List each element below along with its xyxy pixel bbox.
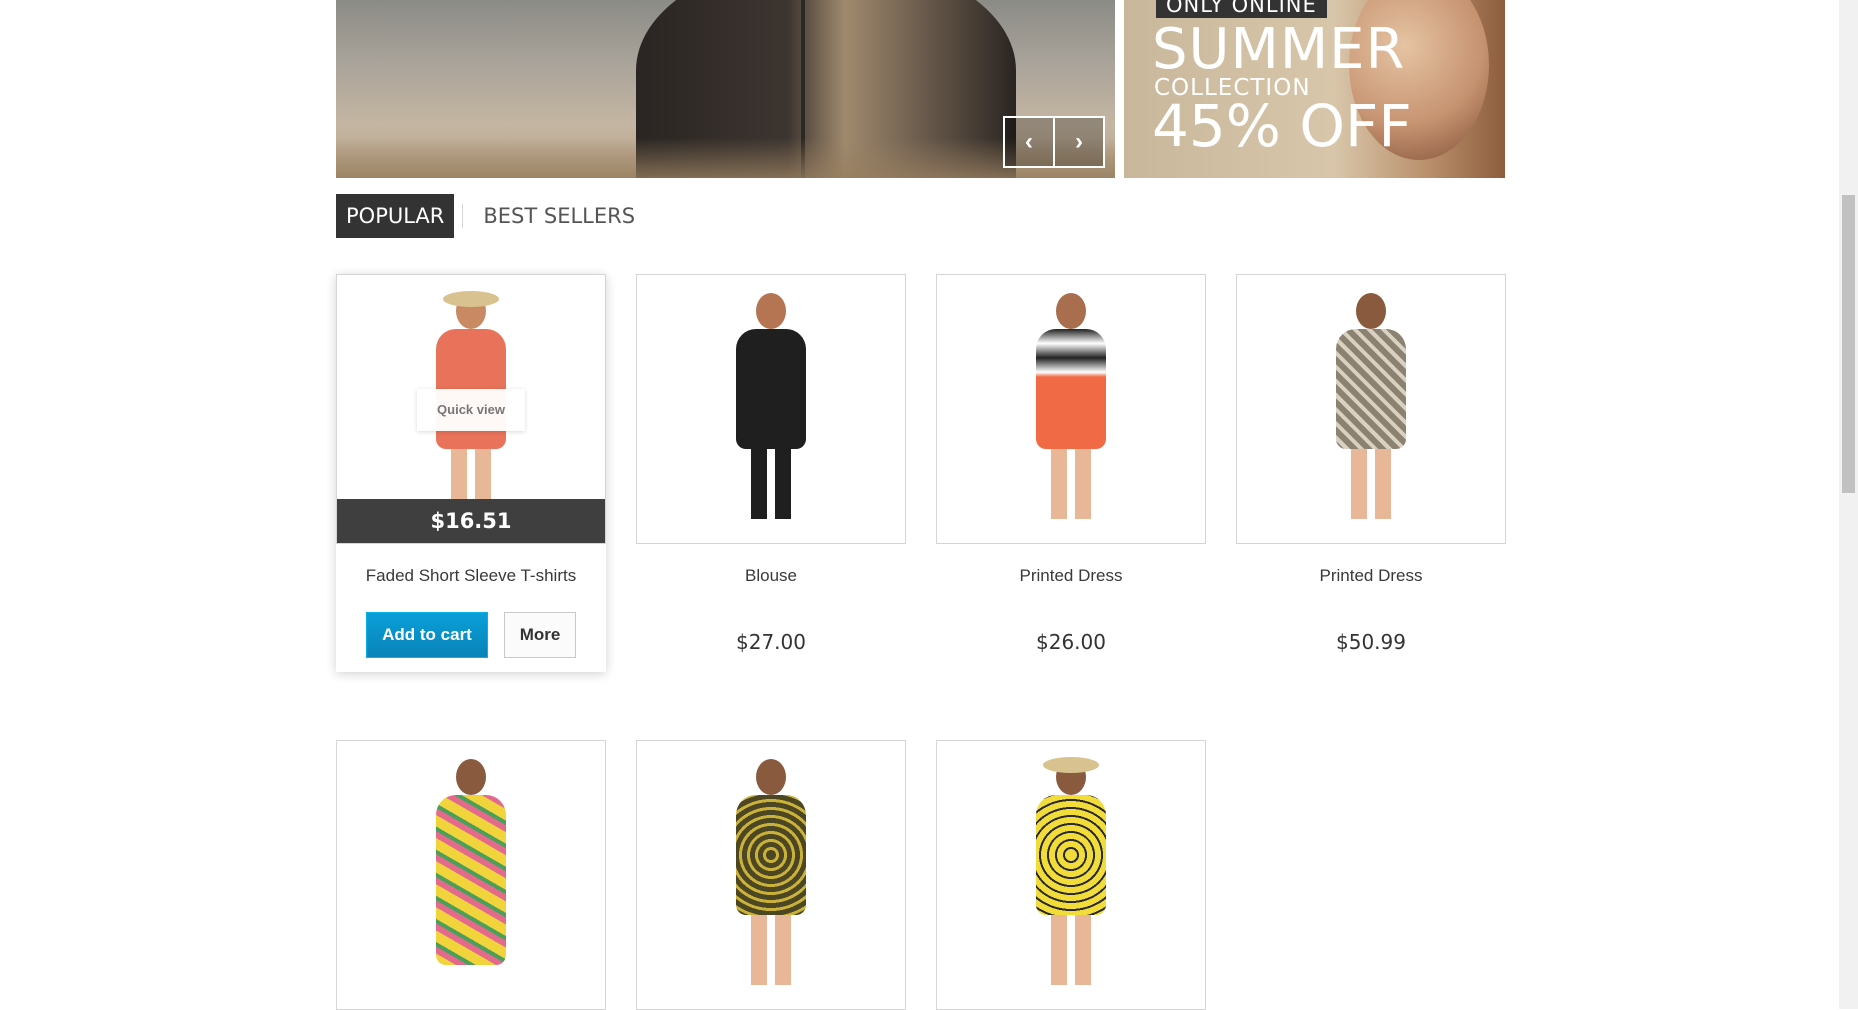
product-price: $27.00 xyxy=(736,630,806,654)
slider-controls: ‹ › xyxy=(1003,116,1105,168)
product-card[interactable]: Blouse $27.00 xyxy=(636,274,906,654)
product-actions: Add to cart More xyxy=(336,612,606,658)
product-image[interactable] xyxy=(1236,274,1506,544)
more-button[interactable]: More xyxy=(504,612,576,658)
scrollbar-thumb[interactable] xyxy=(1842,195,1855,493)
product-card[interactable] xyxy=(636,740,906,1010)
banner-discount: 45% OFF xyxy=(1152,92,1412,160)
product-image[interactable] xyxy=(636,740,906,1010)
product-outfit xyxy=(736,329,806,449)
product-image[interactable] xyxy=(336,740,606,1010)
banner-tag: ONLY ONLINE xyxy=(1156,0,1327,18)
product-card[interactable] xyxy=(336,740,606,1010)
product-price: $50.99 xyxy=(1336,630,1406,654)
page-scrollbar[interactable] xyxy=(1839,0,1858,1009)
tab-best-sellers[interactable]: BEST SELLERS xyxy=(473,194,645,238)
quick-view-button[interactable]: Quick view xyxy=(417,389,525,431)
product-outfit xyxy=(1036,329,1106,449)
product-name[interactable]: Faded Short Sleeve T-shirts xyxy=(336,566,606,590)
summer-sale-banner[interactable]: ONLY ONLINE SUMMER COLLECTION 45% OFF xyxy=(1124,0,1505,178)
chevron-left-icon[interactable]: ‹ xyxy=(1003,116,1055,168)
chevron-right-icon[interactable]: › xyxy=(1055,116,1105,168)
product-image[interactable] xyxy=(936,740,1206,1010)
product-price: $26.00 xyxy=(1036,630,1106,654)
product-outfit xyxy=(736,795,806,915)
tab-popular[interactable]: POPULAR xyxy=(336,194,455,238)
product-name[interactable]: Printed Dress xyxy=(1236,566,1506,590)
product-image[interactable]: Quick view $16.51 xyxy=(336,274,606,544)
banner-title: SUMMER xyxy=(1152,17,1406,82)
product-outfit xyxy=(1036,795,1106,915)
homepage-slider[interactable]: ‹ › xyxy=(336,0,1115,178)
product-tabs: POPULAR BEST SELLERS xyxy=(336,194,645,238)
product-outfit xyxy=(436,795,506,965)
product-card[interactable]: Printed Dress $26.00 xyxy=(936,274,1206,654)
product-name[interactable]: Blouse xyxy=(636,566,906,590)
product-card[interactable] xyxy=(936,740,1206,1010)
add-to-cart-button[interactable]: Add to cart xyxy=(366,612,488,658)
product-image[interactable] xyxy=(636,274,906,544)
product-name[interactable]: Printed Dress xyxy=(936,566,1206,590)
product-card[interactable]: Printed Dress $50.99 xyxy=(1236,274,1506,654)
product-card[interactable]: Quick view $16.51 Faded Short Sleeve T-s… xyxy=(336,274,606,672)
product-outfit xyxy=(1336,329,1406,449)
tab-divider xyxy=(462,204,464,228)
product-image[interactable] xyxy=(936,274,1206,544)
product-price-overlay: $16.51 xyxy=(337,499,605,543)
